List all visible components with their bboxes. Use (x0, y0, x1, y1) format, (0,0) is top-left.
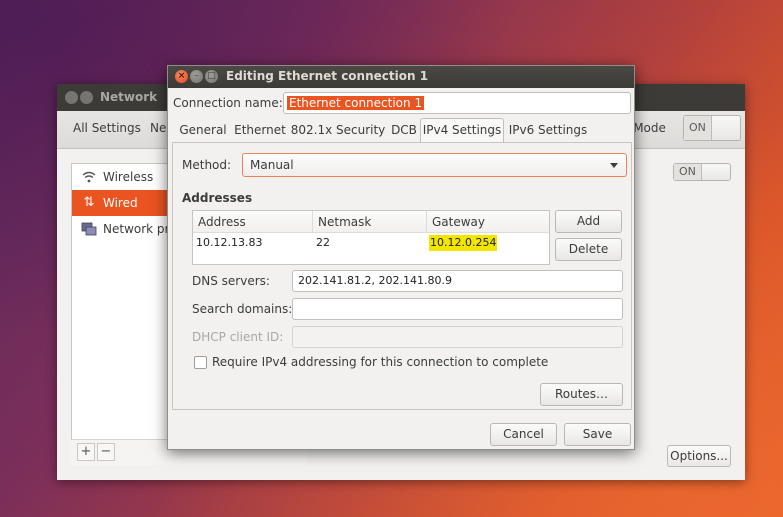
tab-general[interactable]: General (176, 118, 230, 142)
tab-ipv6-settings[interactable]: IPv6 Settings (506, 118, 590, 142)
dns-servers-value: 202.141.81.2, 202.141.80.9 (298, 274, 452, 287)
add-address-button[interactable]: Add (555, 210, 622, 233)
close-window-icon[interactable] (65, 91, 78, 104)
wireless-switch[interactable]: ON (673, 163, 731, 181)
addresses-heading: Addresses (182, 191, 253, 205)
chevron-down-icon (610, 163, 618, 168)
all-settings-button[interactable]: All Settings (73, 121, 141, 135)
switch-on-label: ON (684, 116, 712, 140)
add-connection-button[interactable]: + (77, 443, 95, 461)
dialog-titlebar: × – □ Editing Ethernet connection 1 (168, 66, 634, 88)
connection-name-label: Connection name: (173, 96, 283, 110)
cell-address[interactable]: 10.12.13.83 (196, 235, 262, 251)
column-header-gateway[interactable]: Gateway (427, 211, 549, 233)
search-domains-label: Search domains: (192, 302, 293, 316)
require-ipv4-checkbox[interactable] (194, 356, 207, 369)
switch-on-label: ON (674, 164, 702, 180)
edit-connection-dialog: × – □ Editing Ethernet connection 1 Conn… (167, 65, 635, 450)
cell-gateway[interactable]: 10.12.0.254 (429, 235, 498, 251)
method-label: Method: (182, 158, 232, 172)
search-domains-field[interactable] (292, 298, 623, 320)
minimize-window-icon[interactable] (80, 91, 93, 104)
network-window-title: Network (100, 90, 158, 104)
airplane-mode-switch[interactable]: ON (683, 115, 741, 141)
dialog-title: Editing Ethernet connection 1 (226, 69, 429, 83)
ipv4-settings-panel: Method: Manual Addresses Address Netmask… (172, 142, 632, 410)
dhcp-client-id-label: DHCP client ID: (192, 330, 284, 344)
tab-dcb[interactable]: DCB (388, 118, 420, 142)
save-button[interactable]: Save (564, 423, 631, 446)
column-header-netmask[interactable]: Netmask (313, 211, 427, 233)
settings-tabs: General Ethernet 802.1x Security DCB IPv… (172, 118, 632, 142)
method-dropdown[interactable]: Manual (242, 153, 627, 177)
tab-8021x-security[interactable]: 802.1x Security (290, 118, 386, 142)
routes-button[interactable]: Routes… (540, 383, 623, 406)
dns-servers-field[interactable]: 202.141.81.2, 202.141.80.9 (292, 270, 623, 292)
dhcp-client-id-field (292, 326, 623, 348)
connection-name-field[interactable]: Ethernet connection 1 (283, 92, 631, 114)
cancel-button[interactable]: Cancel (490, 423, 557, 446)
addresses-table[interactable]: Address Netmask Gateway 10.12.13.83 22 1… (192, 210, 550, 265)
sidebar-item-label: Wireless (103, 170, 154, 184)
network-proxy-icon (80, 216, 98, 247)
tab-ethernet[interactable]: Ethernet (232, 118, 288, 142)
dns-servers-label: DNS servers: (192, 274, 270, 288)
cell-netmask[interactable]: 22 (316, 235, 330, 251)
remove-connection-button[interactable]: − (97, 443, 115, 461)
options-button[interactable]: Options... (667, 445, 731, 467)
close-icon[interactable]: × (175, 70, 188, 83)
maximize-icon[interactable]: □ (205, 70, 218, 83)
toolbar-partial-text: Ne (150, 121, 167, 135)
connection-name-value: Ethernet connection 1 (287, 96, 425, 110)
tab-ipv4-settings[interactable]: IPv4 Settings (420, 118, 504, 142)
require-ipv4-label: Require IPv4 addressing for this connect… (212, 355, 549, 369)
column-header-address[interactable]: Address (193, 211, 313, 233)
sidebar-item-label: Network pr (103, 222, 170, 236)
wired-arrows-icon: ⇅ (83, 195, 95, 210)
delete-address-button[interactable]: Delete (555, 238, 622, 261)
minimize-icon[interactable]: – (190, 70, 203, 83)
method-value: Manual (250, 158, 294, 172)
sidebar-item-label: Wired (103, 196, 138, 210)
